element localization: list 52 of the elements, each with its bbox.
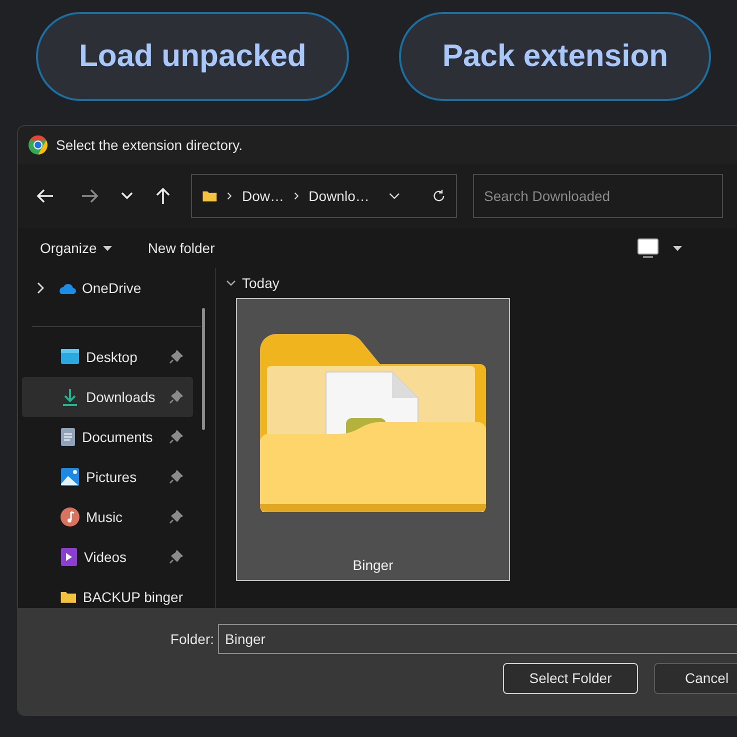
organize-menu-button[interactable]: Organize — [40, 238, 112, 258]
music-icon — [60, 507, 80, 527]
arrow-up-icon — [155, 187, 171, 205]
breadcrumb-item[interactable]: Dow… — [242, 186, 284, 206]
group-header: Today — [242, 274, 280, 293]
breadcrumb-item[interactable]: Downlo… — [308, 186, 370, 206]
chevron-right-icon — [294, 191, 299, 201]
folder-icon — [260, 334, 486, 512]
download-icon — [60, 387, 80, 407]
dialog-button[interactable]: Cancel — [654, 663, 737, 694]
pin-icon[interactable] — [169, 470, 183, 484]
folder-input[interactable]: Binger — [218, 624, 737, 654]
nav-item[interactable]: Downloads — [22, 377, 193, 417]
nav-item[interactable]: Videos — [22, 537, 193, 577]
arrow-right-icon — [81, 188, 99, 204]
chevron-right-icon — [227, 191, 232, 201]
search-field[interactable]: Search Downloaded — [473, 174, 723, 218]
pin-icon[interactable] — [169, 510, 183, 524]
header-button[interactable]: Pack extension — [399, 12, 712, 101]
scrollbar-thumb[interactable] — [202, 308, 205, 430]
document-icon — [60, 427, 76, 447]
browser-logo-icon — [28, 135, 48, 155]
chevron-down-icon[interactable] — [226, 279, 236, 287]
dialog-button[interactable]: Select Folder — [503, 663, 638, 694]
chevron-right-icon[interactable] — [36, 282, 44, 294]
nav-item[interactable]: Pictures — [22, 457, 193, 497]
command-button[interactable]: New folder — [148, 238, 215, 258]
video-icon — [60, 547, 78, 567]
folder-name: Binger — [352, 556, 394, 575]
header-button[interactable]: Load unpacked — [36, 12, 350, 101]
chevron-down-icon — [121, 192, 133, 200]
nav-item[interactable]: Music — [22, 497, 193, 537]
caret-icon — [673, 246, 682, 250]
dialog-title: Select the extension directory. — [56, 136, 243, 155]
pin-icon[interactable] — [169, 550, 183, 564]
picture-icon — [60, 467, 80, 487]
pin-icon[interactable] — [169, 390, 183, 404]
nav-item[interactable]: Documents — [22, 417, 193, 457]
nav-item[interactable]: BACKUP binger — [22, 577, 193, 608]
monitor-icon — [637, 238, 659, 258]
view-options-button[interactable] — [637, 238, 682, 258]
arrow-left-icon — [36, 188, 54, 204]
caret-icon — [102, 246, 112, 250]
pin-icon[interactable] — [169, 350, 183, 364]
address-bar[interactable]: Dow… Downlo… — [191, 174, 457, 218]
desktop-icon — [60, 348, 80, 366]
pin-icon[interactable] — [169, 430, 183, 444]
folder-label: Folder: — [169, 630, 214, 648]
folder-tile[interactable]: Binger — [236, 298, 510, 581]
folder-icon — [60, 589, 77, 605]
nav-item[interactable]: Desktop — [22, 337, 193, 377]
nav-item-label[interactable]: OneDrive — [82, 278, 142, 298]
